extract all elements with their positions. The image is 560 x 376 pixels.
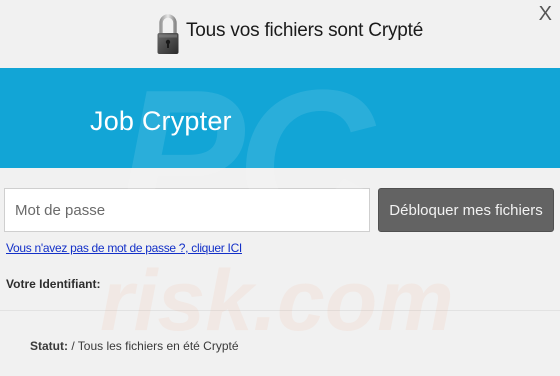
- banner-title: Job Crypter: [90, 106, 232, 136]
- status-line: Statut: / Tous les fichiers en été Crypt…: [30, 339, 239, 353]
- unlock-files-button[interactable]: Débloquer mes fichiers: [378, 188, 554, 232]
- title-bar: Tous vos fichiers sont Crypté X: [0, 0, 560, 68]
- status-text: / Tous les fichiers en été Crypté: [68, 339, 239, 353]
- status-label: Statut:: [30, 339, 68, 353]
- password-input[interactable]: [4, 188, 370, 232]
- padlock-icon: [157, 14, 179, 54]
- watermark-risk: risk.com: [100, 253, 454, 349]
- window-title: Tous vos fichiers sont Crypté: [186, 20, 424, 41]
- divider: [0, 310, 560, 311]
- banner: Job Crypter: [0, 68, 560, 168]
- close-button[interactable]: X: [539, 4, 552, 24]
- no-password-link[interactable]: Vous n'avez pas de mot de passe ?, cliqu…: [6, 241, 242, 255]
- ransomware-window: Tous vos fichiers sont Crypté X Job Cryp…: [0, 0, 560, 376]
- identifier-label: Votre Identifiant:: [6, 277, 101, 291]
